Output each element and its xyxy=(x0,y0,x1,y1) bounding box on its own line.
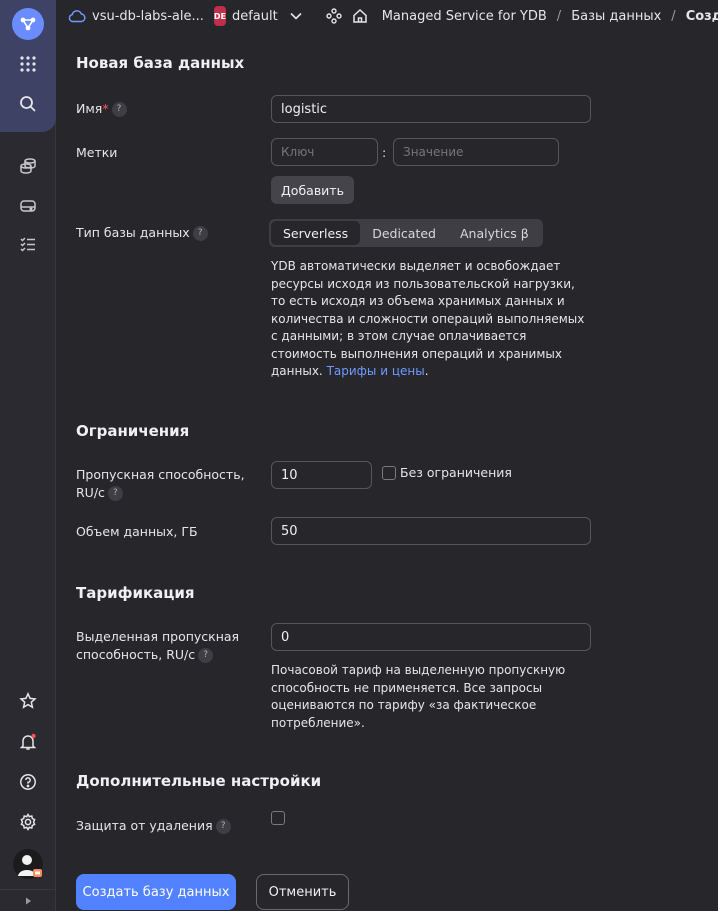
db-type-description: YDB автоматически выделяет и освобождает… xyxy=(271,259,585,378)
create-database-button[interactable]: Создать базу данных xyxy=(76,874,236,910)
add-label-button[interactable]: Добавить xyxy=(271,176,354,204)
folder-badge: DE xyxy=(213,6,226,26)
help-question-icon[interactable]: ? xyxy=(215,819,231,834)
provisioned-throughput-input[interactable]: 0 xyxy=(271,623,591,651)
cloud-name[interactable]: vsu-db-labs-ale... xyxy=(92,9,204,24)
billing-note: Почасовой тариф на выделенную пропускную… xyxy=(271,663,566,730)
name-input[interactable]: logistic xyxy=(271,95,591,123)
throughput-input[interactable]: 10 xyxy=(271,461,372,489)
folder-name[interactable]: default xyxy=(232,9,278,24)
settings-gear-icon[interactable] xyxy=(14,808,42,836)
deletion-protection-checkbox[interactable] xyxy=(271,811,285,825)
breadcrumb-databases[interactable]: Базы данных xyxy=(571,9,661,24)
breadcrumb-service[interactable]: Managed Service for YDB xyxy=(382,9,547,24)
apps-grid-icon[interactable] xyxy=(14,50,42,78)
cloud-icon xyxy=(68,7,86,25)
db-type-selector: Serverless Dedicated Analytics β xyxy=(269,219,543,247)
app-logo-icon[interactable] xyxy=(12,8,44,40)
name-label: Имя*? xyxy=(76,100,127,118)
no-limit-checkbox[interactable] xyxy=(382,466,396,480)
billing-section-title: Тарификация xyxy=(76,584,195,602)
no-limit-label[interactable]: Без ограничения xyxy=(400,464,512,482)
cancel-button[interactable]: Отменить xyxy=(256,874,349,910)
storage-input[interactable]: 50 xyxy=(271,517,591,545)
page-title: Новая база данных xyxy=(76,54,245,72)
help-icon[interactable] xyxy=(14,768,42,796)
storage-label: Объем данных, ГБ xyxy=(76,524,198,539)
limits-section-title: Ограничения xyxy=(76,422,190,440)
top-header: vsu-db-labs-ale... DE default Managed Se… xyxy=(56,0,718,32)
task-list-icon[interactable] xyxy=(14,230,42,258)
collapse-arrow-icon[interactable] xyxy=(0,889,56,911)
databases-icon[interactable] xyxy=(14,152,42,180)
breadcrumb-current: Создать xyxy=(685,8,718,24)
key-value-colon: : xyxy=(382,145,387,160)
notifications-bell-icon[interactable] xyxy=(14,728,42,756)
storage-icon[interactable] xyxy=(14,192,42,220)
db-type-analytics[interactable]: Analytics β xyxy=(448,221,541,245)
breadcrumb-separator: / xyxy=(671,8,676,24)
chevron-down-icon[interactable] xyxy=(290,12,302,20)
help-question-icon[interactable]: ? xyxy=(111,102,127,117)
home-icon[interactable] xyxy=(352,8,368,24)
db-type-dedicated[interactable]: Dedicated xyxy=(360,221,448,245)
label-value-input[interactable]: Значение xyxy=(393,138,559,166)
db-type-label: Тип базы данных? xyxy=(76,224,208,242)
user-avatar[interactable] xyxy=(12,848,44,880)
label-key-input[interactable]: Ключ xyxy=(271,138,378,166)
help-question-icon[interactable]: ? xyxy=(198,648,214,663)
extra-settings-title: Дополнительные настройки xyxy=(76,772,322,790)
pricing-link[interactable]: Тарифы и цены xyxy=(327,364,425,378)
service-graph-icon[interactable] xyxy=(326,8,342,24)
search-icon[interactable] xyxy=(14,90,42,118)
deletion-protection-label: Защита от удаления? xyxy=(76,817,231,835)
labels-label: Метки xyxy=(76,145,118,160)
sidebar xyxy=(0,0,56,911)
help-question-icon[interactable]: ? xyxy=(107,486,123,501)
breadcrumb-separator: / xyxy=(556,8,562,24)
throughput-label: Пропускная способность, RU/с? xyxy=(76,467,245,501)
provisioned-throughput-label: Выделенная пропускная способность, RU/с? xyxy=(76,629,240,663)
star-icon[interactable] xyxy=(14,687,42,715)
help-question-icon[interactable]: ? xyxy=(192,226,208,241)
db-type-serverless[interactable]: Serverless xyxy=(271,221,361,245)
